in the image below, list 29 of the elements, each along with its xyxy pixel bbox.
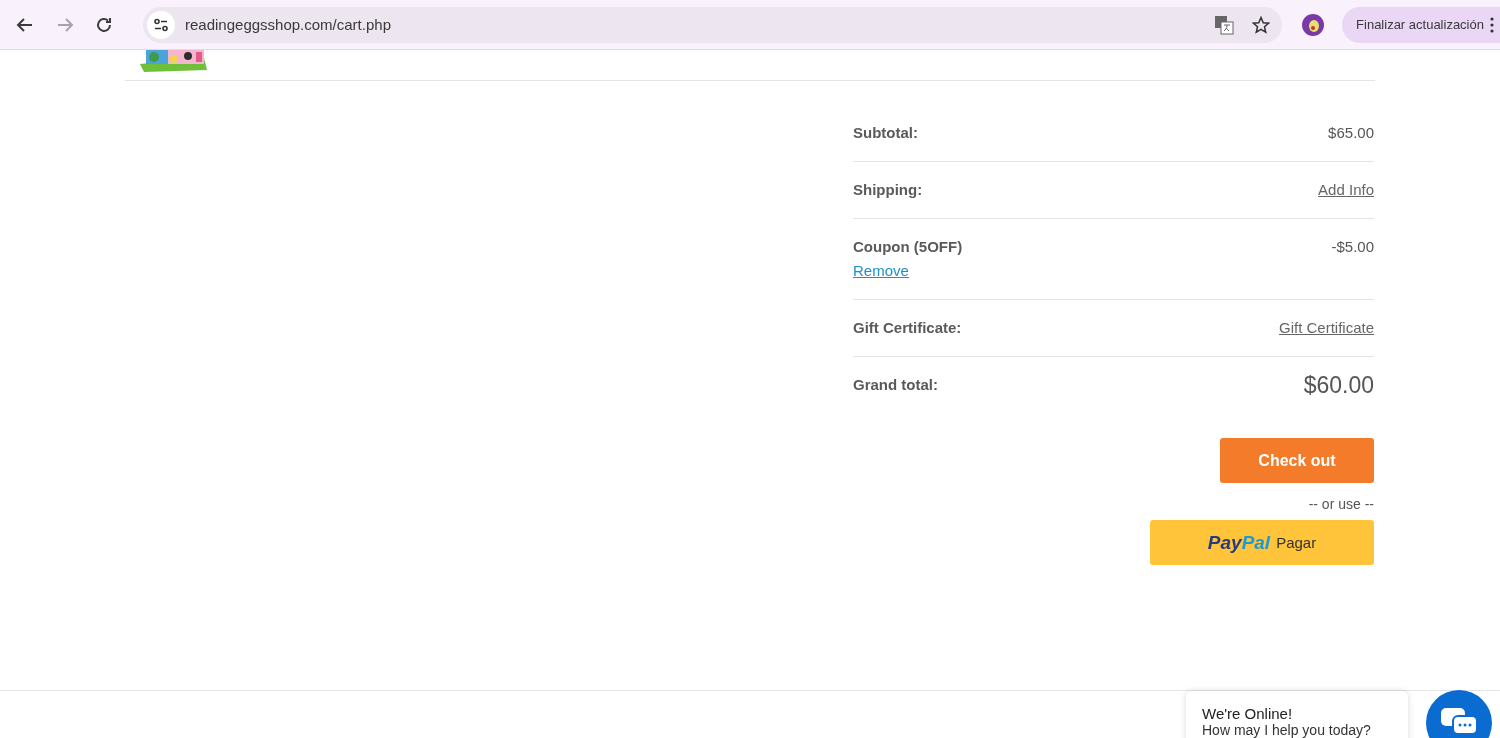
brand-text: Pal: [1241, 531, 1271, 554]
back-arrow-icon[interactable]: [15, 15, 34, 34]
summary-value: $65.00: [1328, 123, 1374, 143]
profile-avatar[interactable]: [1302, 13, 1325, 36]
menu-icon[interactable]: [1490, 16, 1494, 33]
grand-total-value: $60.00: [1303, 375, 1374, 395]
address-bar[interactable]: readingeggsshop.com/cart.php: [143, 6, 1283, 43]
separator-text: -- or use --: [1308, 496, 1374, 512]
value-link[interactable]: Gift Certificate: [1278, 318, 1374, 338]
summary-label: Shipping:: [853, 180, 923, 200]
site-settings-icon[interactable]: [147, 10, 175, 39]
chat-button[interactable]: [1426, 690, 1492, 738]
reload-icon[interactable]: [95, 15, 114, 34]
summary-value: -$5.00: [1331, 237, 1374, 257]
brand-text: Pay: [1207, 531, 1242, 554]
summary-label: Subtotal:: [853, 123, 918, 143]
remove-link[interactable]: Remove: [853, 261, 963, 281]
summary-label: Coupon (5OFF): [853, 237, 963, 257]
value-link[interactable]: Add Info: [1318, 180, 1374, 200]
update-button[interactable]: Finalizar actualización: [1342, 6, 1500, 43]
chat-bubble[interactable]: We're Online! How may I help you today?: [1186, 691, 1408, 738]
paypal-label: Pagar: [1276, 534, 1317, 551]
summary-label: Gift Certificate:: [853, 318, 962, 338]
chat-message: How may I help you today?: [1202, 722, 1372, 738]
summary-label: Grand total:: [853, 375, 938, 395]
url-text: readingeggsshop.com/cart.php: [185, 16, 392, 33]
paypal-button[interactable]: PayPal Pagar: [1150, 520, 1374, 565]
chat-icon: [1439, 706, 1479, 736]
chat-title: We're Online!: [1202, 705, 1294, 722]
